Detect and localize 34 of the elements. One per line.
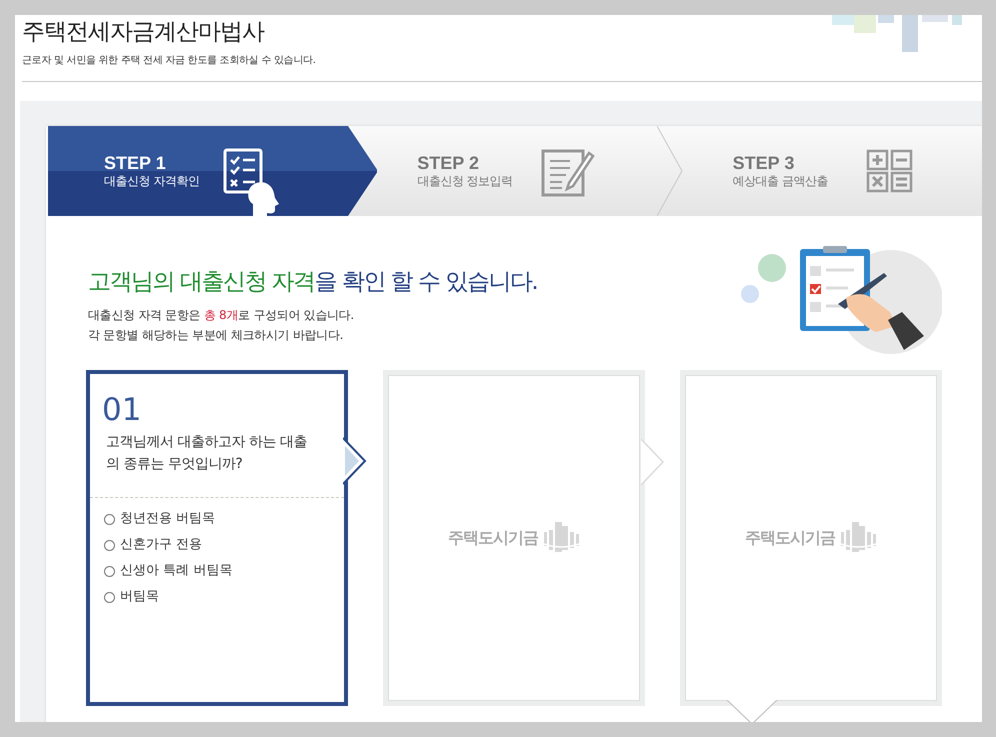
step-tab[interactable]: STEP 3 예상대출 금액산출 [682, 126, 982, 216]
option-label: 청년전용 버팀목 [120, 510, 216, 528]
option-label: 신생아 특례 버팀목 [120, 562, 232, 580]
fund-logo-text: 주택도시기금 [448, 528, 538, 548]
step-caption: 대출신청 자격확인 [104, 173, 200, 189]
radio-button[interactable] [104, 540, 115, 550]
step-label: STEP 1 [104, 153, 167, 173]
intro-description: 대출신청 자격 문항은 총 8개로 구성되어 있습니다. 각 문항별 해당하는 부분에 체크하시기 바랍니다. [88, 307, 355, 344]
radio-option[interactable]: 신생아 특례 버팀목 [104, 562, 344, 580]
step-caption: 대출신청 정보입력 [417, 173, 513, 189]
radio-option[interactable]: 청년전용 버팀목 [104, 510, 344, 528]
radio-option[interactable]: 신혼가구 전용 [104, 536, 344, 554]
page-subtitle: 근로자 및 서민을 위한 주택 전세 자금 한도를 조회하실 수 있습니다. [22, 54, 317, 67]
fund-logo-text: 주택도시기금 [745, 528, 835, 548]
radio-button[interactable] [104, 514, 115, 524]
step-label: STEP 2 [417, 153, 480, 173]
card-pointer [343, 436, 369, 486]
step-tab[interactable]: STEP 1 대출신청 자격확인 [48, 126, 378, 216]
option-label: 버팀목 [120, 588, 159, 606]
buildings-icon [841, 522, 877, 554]
radio-option[interactable]: 버팀목 [104, 588, 344, 606]
question-number: 01 [102, 394, 142, 426]
step-tab[interactable]: STEP 2 대출신청 정보입력 [377, 126, 657, 216]
page-title: 주택전세자금계산마법사 [22, 18, 264, 47]
card-pointer [641, 437, 667, 487]
buildings-icon [544, 522, 580, 554]
calculator-icon [866, 149, 914, 193]
question-text: 고객님께서 대출하고자 하는 대출의 종류는 무엇입니까? [106, 433, 308, 474]
intro-heading: 고객님의 대출신청 자격을 확인 할 수 있습니다. [88, 268, 538, 297]
step-label: STEP 3 [732, 153, 796, 173]
radio-button[interactable] [104, 566, 115, 576]
option-label: 신혼가구 전용 [120, 536, 202, 554]
step-caption: 예상대출 금액산출 [732, 173, 828, 189]
radio-button[interactable] [104, 592, 115, 602]
